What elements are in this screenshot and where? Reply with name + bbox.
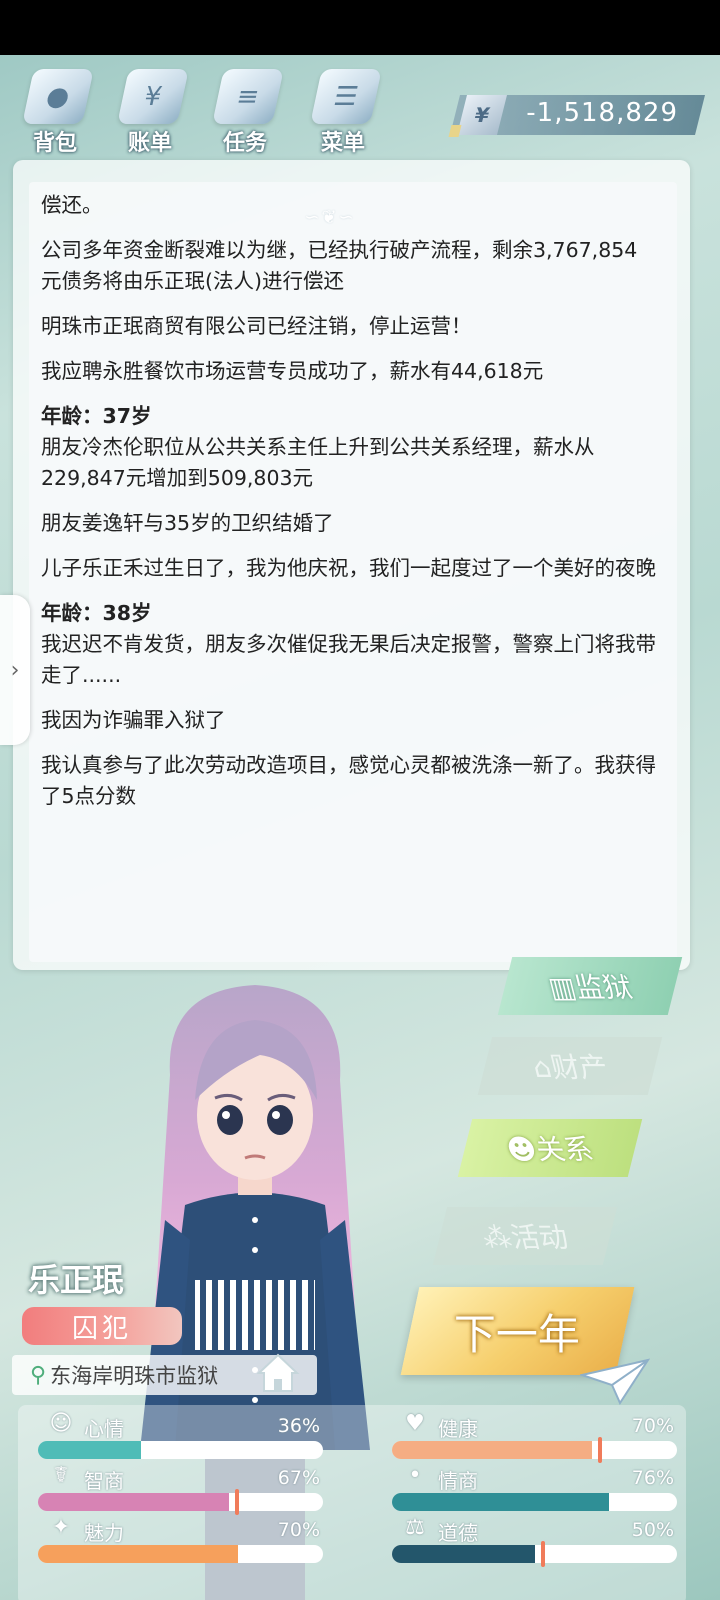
- side-drawer-handle[interactable]: ›: [0, 595, 30, 745]
- stat-bar-fill: [392, 1545, 535, 1563]
- stat-bar-track: [38, 1493, 323, 1511]
- character-role-badge: 囚犯: [22, 1307, 182, 1345]
- bag-label: 背包: [32, 131, 77, 156]
- log-entry: 儿子乐正禾过生日了，我为他庆祝，我们一起度过了一个美好的夜晚: [41, 556, 656, 580]
- stat-4: ✦ 魅力 70%: [38, 1515, 328, 1563]
- log-entry: 公司多年资金断裂难以为继，已经执行破产流程，剩余3,767,854元债务将由乐正…: [41, 238, 638, 293]
- age-heading: 年龄：38岁: [41, 601, 152, 625]
- stat-3: • 情商 76%: [392, 1463, 682, 1511]
- stat-1: ♥ 健康 70%: [392, 1411, 682, 1463]
- property-label: 财产: [547, 1051, 612, 1084]
- log-entry: 我迟迟不肯发货，朋友多次催促我无果后决定报警，警察上门将我带走了......: [41, 632, 656, 687]
- stat-bar-fill: [38, 1441, 141, 1459]
- log-entry: 偿还。: [41, 193, 103, 217]
- stat-label: 道德: [438, 1521, 478, 1545]
- log-entry: 明珠市正珉商贸有限公司已经注销，停止运营！: [41, 314, 472, 338]
- stat-label: 健康: [438, 1417, 478, 1441]
- log-entry: 朋友姜逸轩与35岁的卫织结婚了: [41, 511, 334, 535]
- stat-bar-track: [38, 1441, 323, 1459]
- stat-percent: 70%: [277, 1519, 320, 1541]
- log-entry: 我应聘永胜餐饮市场运营专员成功了，薪水有44,618元: [41, 359, 544, 383]
- location-text: 东海岸明珠市监狱: [50, 1364, 219, 1388]
- stat-label: 魅力: [84, 1521, 124, 1545]
- log-entry: 朋友冷杰伦职位从公共关系主任上升到公共关系经理，薪水从229,847元增加到50…: [41, 435, 595, 490]
- stat-label: 智商: [84, 1469, 124, 1493]
- scale-icon: ⚖: [405, 1515, 425, 1540]
- game-screen: ● 背包 ¥ 账单 ≡ 任务 ☰ 菜单 ¥ -1,518,829 ∽❦∽ 偿还。…: [0, 55, 720, 1600]
- menu-button[interactable]: ☰ 菜单: [298, 63, 388, 158]
- relation-label: 关系: [532, 1133, 598, 1166]
- stat-5: ⚖ 道德 50%: [392, 1515, 682, 1567]
- stat-2: ☤ 智商 67%: [38, 1463, 328, 1515]
- stat-marker: [597, 1437, 602, 1463]
- stat-percent: 36%: [277, 1415, 320, 1437]
- stat-bar-track: [392, 1545, 677, 1563]
- stat-marker: [234, 1489, 239, 1515]
- activity-button[interactable]: ⁂ 活动: [432, 1207, 618, 1265]
- stat-bar-track: [38, 1545, 323, 1563]
- stat-bar-fill: [392, 1493, 609, 1511]
- heart-icon: ♥: [405, 1411, 425, 1436]
- stat-bar-track: [392, 1493, 677, 1511]
- smile-icon: ☺: [49, 1411, 73, 1436]
- age-heading: 年龄：37岁: [41, 404, 152, 428]
- stat-marker: [540, 1541, 545, 1567]
- prison-label: 监狱: [571, 971, 636, 1004]
- task-button[interactable]: ≡ 任务: [200, 63, 290, 158]
- life-log-text[interactable]: 偿还。公司多年资金断裂难以为继，已经执行破产流程，剩余3,767,854元债务将…: [41, 190, 656, 812]
- stat-label: 情商: [438, 1469, 478, 1493]
- stat-0: ☺ 心情 36%: [38, 1411, 328, 1459]
- apple-icon: •: [408, 1463, 422, 1488]
- star-icon: ✦: [51, 1515, 71, 1540]
- activity-label: 活动: [507, 1221, 572, 1254]
- stat-bar-fill: [392, 1441, 592, 1459]
- menu-label: 菜单: [320, 131, 365, 156]
- task-label: 任务: [222, 131, 267, 156]
- stat-percent: 67%: [277, 1467, 320, 1489]
- log-entry: 我认真参与了此次劳动改造项目，感觉心灵都被洗涤一新了。我获得了5点分数: [41, 753, 656, 808]
- location-pin-icon: ⚲: [30, 1362, 47, 1388]
- stat-percent: 50%: [631, 1519, 674, 1541]
- stat-bar-fill: [38, 1493, 229, 1511]
- next-year-label: 下一年: [454, 1309, 581, 1359]
- chevron-right-icon: ›: [10, 657, 20, 683]
- top-toolbar: ● 背包 ¥ 账单 ≡ 任务 ☰ 菜单 ¥ -1,518,829: [0, 55, 720, 160]
- brain-icon: ☤: [53, 1463, 69, 1488]
- property-button[interactable]: ⌂ 财产: [477, 1037, 663, 1095]
- relation-button[interactable]: ☻ 关系: [457, 1119, 643, 1177]
- bill-button[interactable]: ¥ 账单: [105, 63, 195, 158]
- log-entry: 我因为诈骗罪入狱了: [41, 708, 226, 732]
- bag-icon: ●: [22, 69, 94, 124]
- stat-bar-fill: [38, 1545, 238, 1563]
- stat-percent: 70%: [631, 1415, 674, 1437]
- paper-plane-icon: [580, 1358, 650, 1405]
- bill-label: 账单: [127, 131, 172, 156]
- stat-percent: 76%: [631, 1467, 674, 1489]
- character-name: 乐正珉: [28, 1261, 125, 1299]
- money-value: -1,518,829: [526, 98, 678, 128]
- bag-button[interactable]: ● 背包: [10, 63, 100, 158]
- stat-label: 心情: [84, 1417, 124, 1441]
- stat-bar-track: [392, 1441, 677, 1459]
- task-icon: ≡: [212, 69, 284, 124]
- menu-icon: ☰: [310, 69, 382, 124]
- bill-icon: ¥: [117, 69, 189, 124]
- home-icon[interactable]: [255, 1351, 301, 1395]
- prison-button[interactable]: ▥ 监狱: [497, 957, 683, 1015]
